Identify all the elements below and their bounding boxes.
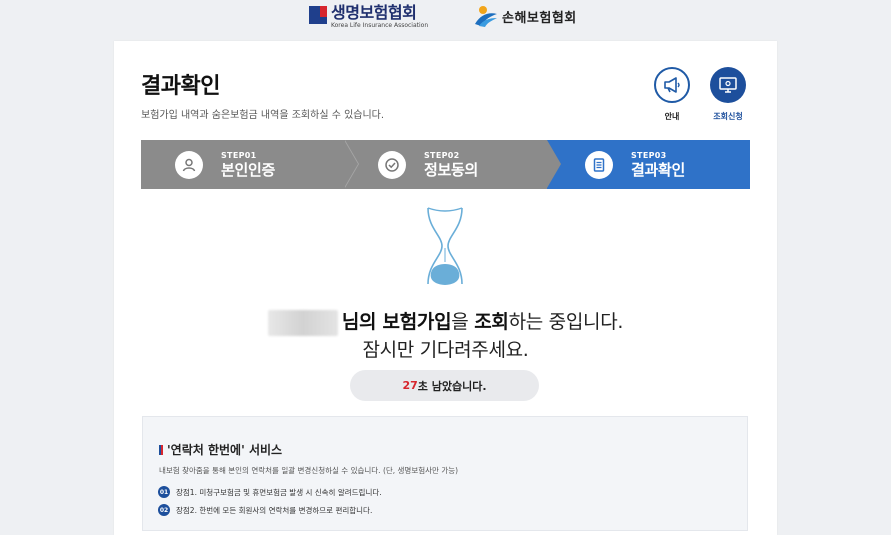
top-bar: 생명보험협회 Korea Life Insurance Association … [0,0,891,40]
step-1-chevron [344,140,358,188]
inquiry-request-button-circle [710,67,746,103]
life-insurance-logo-ko: 생명보험협회 [331,3,417,22]
page-title: 결과확인 [141,74,220,99]
inquiry-request-button-label: 조회신청 [713,112,743,121]
status-wait-message: 잠시만 기다려주세요. [362,339,529,361]
life-insurance-logo-en: Korea Life Insurance Association [331,22,429,29]
guide-button[interactable]: 안내 [649,67,695,122]
step-progress: STEP01 본인인증 STEP02 정보동의 STEP03 결과확인 [141,140,750,189]
step-2-name: 정보동의 [424,161,479,179]
document-icon [593,157,605,172]
step-3-number: STEP03 [631,151,667,160]
hourglass-icon [427,207,463,285]
step-3-name: 결과확인 [631,161,686,179]
service-flag-icon [159,444,163,455]
countdown-suffix: 초 남았습니다. [417,379,487,393]
step-3-icon-circle [585,150,613,179]
contact-service-box: '연락처 한번에' 서비스 내보험 찾아줌을 통해 본인의 연락처를 일괄 변경… [142,416,748,531]
step-information-consent: STEP02 정보동의 [344,140,561,189]
service-benefit-1: 01 장점1. 미청구보험금 및 휴면보험금 발생 시 신속히 알려드립니다. [158,486,382,498]
service-benefit-2: 02 장점2. 한번에 모든 회원사의 연락처를 변경하므로 편리합니다. [158,504,372,516]
service-title-text: '연락처 한번에' 서비스 [167,443,283,457]
guide-button-circle [654,67,690,103]
service-benefit-1-text: 장점1. 미청구보험금 및 휴면보험금 발생 시 신속히 알려드립니다. [176,487,382,497]
status-name-suffix: 님의 [341,311,383,333]
countdown-seconds: 27 [402,379,418,392]
general-insurance-logo-mark [475,6,497,27]
main-card: 결과확인 보험가입 내역과 숨은보험금 내역을 조회하실 수 있습니다. 안내 … [114,41,777,535]
step-1-name: 본인인증 [221,161,276,179]
step-1-icon-circle [175,150,203,179]
life-insurance-logo[interactable]: 생명보험협회 Korea Life Insurance Association [309,4,428,30]
service-benefit-1-number: 01 [158,486,170,498]
service-benefit-2-text: 장점2. 한번에 모든 회원사의 연락처를 변경하므로 편리합니다. [176,505,373,515]
step-2-number: STEP02 [424,151,460,160]
countdown-timer: 27 초 남았습니다. [350,370,539,401]
step-1-number: STEP01 [221,151,257,160]
megaphone-icon [664,77,680,93]
masked-user-name [267,309,338,336]
guide-button-label: 안내 [664,112,680,121]
status-ending: 하는 중입니다. [508,311,624,333]
service-benefit-2-number: 02 [158,504,170,516]
status-message: 님의 보험가입을 조회하는 중입니다. [114,307,777,336]
general-insurance-logo-ko: 손해보험협회 [502,10,577,26]
status-bold-insurance: 보험가입 [382,311,452,333]
life-insurance-logo-mark [309,6,327,24]
inquiry-request-button[interactable]: 조회신청 [705,67,751,122]
step-2-icon-circle [378,150,406,179]
status-particle: 을 [451,311,475,333]
general-insurance-logo[interactable]: 손해보험협회 [473,4,577,28]
user-icon [182,158,196,171]
service-title: '연락처 한번에' 서비스 [159,441,282,458]
page-subtitle: 보험가입 내역과 숨은보험금 내역을 조회하실 수 있습니다. [141,110,385,121]
step-result-check: STEP03 결과확인 [547,140,750,189]
step-identity-verification: STEP01 본인인증 [141,140,359,189]
check-icon [385,157,399,172]
service-description: 내보험 찾아줌을 통해 본인의 연락처를 일괄 변경신청하실 수 있습니다. (… [159,466,459,475]
status-bold-inquiry: 조회 [474,311,509,333]
step-2-chevron [547,140,561,188]
monitor-icon [719,77,737,93]
